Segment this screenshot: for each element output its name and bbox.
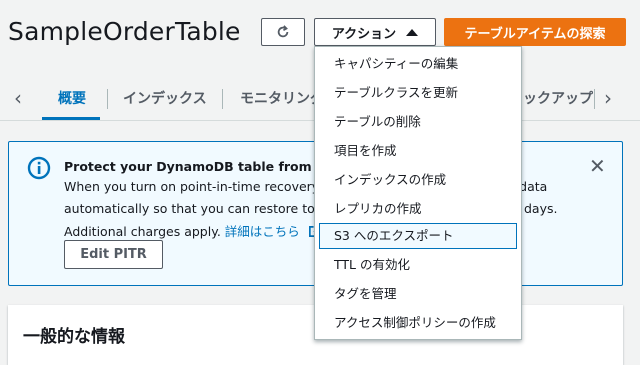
alert-text-line: Additional charges apply. 詳細はこちら [64, 221, 321, 240]
tab-divider [594, 89, 595, 109]
alert-text: automatically so that you can restore to… [64, 201, 335, 216]
menu-item-create-access-policy[interactable]: アクセス制御ポリシーの作成 [319, 310, 517, 336]
refresh-button[interactable] [261, 18, 305, 46]
alert-text: When you turn on point-in-time recovery … [64, 179, 329, 194]
learn-more-link[interactable]: 詳細はこちら [225, 224, 300, 239]
menu-item-manage-tags[interactable]: タグを管理 [319, 281, 517, 307]
menu-item-create-item[interactable]: 項目を作成 [319, 138, 517, 164]
edit-pitr-button[interactable]: Edit PITR [64, 240, 163, 269]
menu-item-update-table-class[interactable]: テーブルクラスを更新 [319, 80, 517, 106]
refresh-icon [277, 25, 289, 38]
tabs-scroll-left-icon[interactable]: ‹ [14, 88, 22, 108]
menu-item-create-index[interactable]: インデックスの作成 [319, 167, 517, 193]
close-icon[interactable]: ✕ [589, 154, 606, 178]
tab-divider [222, 89, 223, 109]
actions-menu: キャパシティーの編集 テーブルクラスを更新 テーブルの削除 項目を作成 インデッ… [314, 46, 522, 340]
tab-indexes[interactable]: インデックス [123, 88, 207, 108]
alert-text-line: automatically so that you can restore to… [64, 201, 334, 216]
alert-text-line: days. [524, 201, 557, 216]
tabs-scroll-right-icon[interactable]: › [604, 88, 612, 108]
caret-up-icon [406, 28, 419, 36]
actions-dropdown-button[interactable]: アクション [314, 18, 436, 46]
menu-item-edit-capacity[interactable]: キャパシティーの編集 [319, 51, 517, 77]
menu-item-create-replica[interactable]: レプリカの作成 [319, 196, 517, 222]
actions-label: アクション [331, 26, 397, 42]
alert-text-line: When you turn on point-in-time recovery … [64, 179, 328, 194]
page-title: SampleOrderTable [8, 17, 241, 46]
info-icon [27, 156, 51, 180]
tab-monitoring[interactable]: モニタリング [240, 88, 324, 108]
tab-overview[interactable]: 概要 [58, 88, 86, 108]
menu-item-enable-ttl[interactable]: TTL の有効化 [319, 252, 517, 278]
alert-text: Additional charges apply. [64, 224, 221, 239]
panel-title: 一般的な情報 [23, 327, 125, 347]
alert-text: days. [524, 201, 558, 216]
menu-item-export-to-s3[interactable]: S3 へのエクスポート [319, 223, 517, 249]
menu-item-delete-table[interactable]: テーブルの削除 [319, 109, 517, 135]
explore-table-items-button[interactable]: テーブルアイテムの探索 [444, 18, 626, 46]
tab-backups[interactable]: ックアップ [523, 88, 593, 108]
tab-divider [107, 89, 108, 109]
